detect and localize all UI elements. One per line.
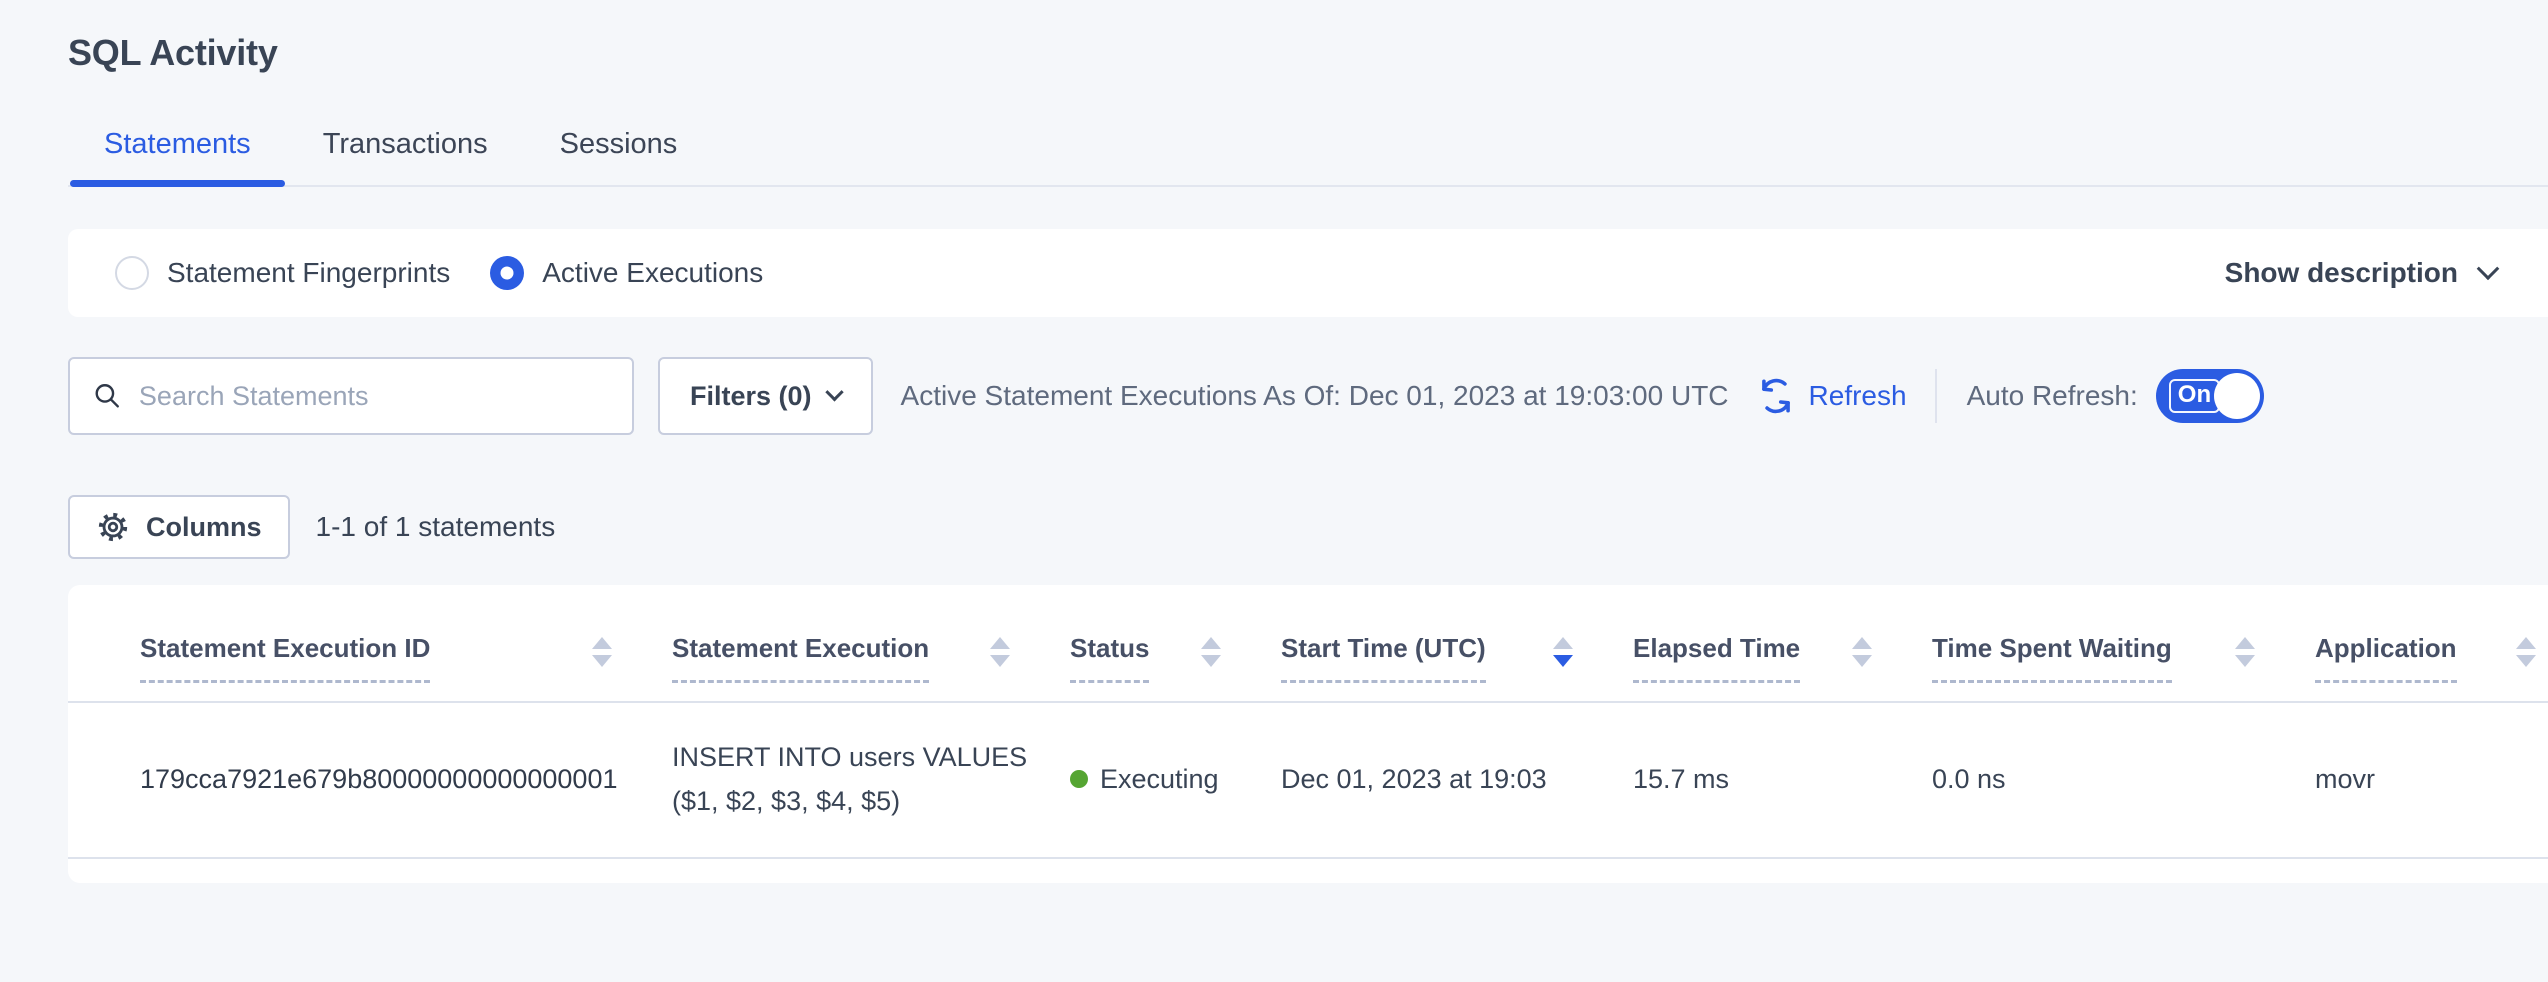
cell-execution-id[interactable]: 179cca7921e679b80000000000000001 xyxy=(68,702,672,858)
result-count: 1-1 of 1 statements xyxy=(316,511,556,543)
radio-selected-icon xyxy=(490,256,524,290)
tab-bar: Statements Transactions Sessions xyxy=(68,112,2548,187)
sort-carets-icon xyxy=(592,637,612,667)
refresh-icon xyxy=(1755,375,1797,417)
filters-button[interactable]: Filters (0) xyxy=(658,357,873,435)
radio-active-executions[interactable]: Active Executions xyxy=(490,256,763,290)
radio-label: Active Executions xyxy=(542,257,763,289)
auto-refresh-label: Auto Refresh: xyxy=(1967,380,2138,412)
tab-statements[interactable]: Statements xyxy=(68,112,287,185)
sql-activity-page: SQL Activity Statements Transactions Ses… xyxy=(68,0,2548,883)
chevron-down-icon xyxy=(825,383,843,401)
show-description-label: Show description xyxy=(2225,257,2458,289)
columns-button[interactable]: Columns xyxy=(68,495,290,559)
sort-carets-icon xyxy=(2235,637,2255,667)
column-header-application[interactable]: Application xyxy=(2315,585,2548,702)
table-header-row: Statement Execution ID Statement Executi… xyxy=(68,585,2548,702)
page-title: SQL Activity xyxy=(68,0,2548,74)
column-header-statement-execution-id[interactable]: Statement Execution ID xyxy=(68,585,672,702)
column-header-statement-execution[interactable]: Statement Execution xyxy=(672,585,1070,702)
auto-refresh-toggle[interactable]: On xyxy=(2156,369,2264,423)
search-input[interactable] xyxy=(139,381,610,412)
statements-table: Statement Execution ID Statement Executi… xyxy=(68,585,2548,859)
column-header-status[interactable]: Status xyxy=(1070,585,1281,702)
vertical-divider xyxy=(1935,369,1937,423)
filters-label: Filters (0) xyxy=(690,381,812,412)
cell-time-spent-waiting: 0.0 ns xyxy=(1932,702,2315,858)
sort-carets-icon xyxy=(990,637,1010,667)
statements-table-panel: Statement Execution ID Statement Executi… xyxy=(68,585,2548,883)
sort-carets-icon xyxy=(2516,637,2536,667)
cell-start-time: Dec 01, 2023 at 19:03 xyxy=(1281,702,1633,858)
table-row: 179cca7921e679b80000000000000001 INSERT … xyxy=(68,702,2548,858)
as-of-timestamp: Active Statement Executions As Of: Dec 0… xyxy=(901,380,1729,412)
toggle-state-label: On xyxy=(2169,379,2220,412)
radio-label: Statement Fingerprints xyxy=(167,257,450,289)
cell-statement-execution: INSERT INTO users VALUES ($1, $2, $3, $4… xyxy=(672,702,1070,858)
toolbar: Filters (0) Active Statement Executions … xyxy=(68,357,2548,435)
chevron-down-icon xyxy=(2477,257,2500,280)
column-header-start-time[interactable]: Start Time (UTC) xyxy=(1281,585,1633,702)
sort-carets-icon xyxy=(1553,637,1573,667)
cell-elapsed-time: 15.7 ms xyxy=(1633,702,1932,858)
status-label: Executing xyxy=(1100,764,1219,795)
refresh-button[interactable]: Refresh xyxy=(1755,375,1907,417)
columns-label: Columns xyxy=(146,512,262,543)
column-header-time-spent-waiting[interactable]: Time Spent Waiting xyxy=(1932,585,2315,702)
tab-sessions[interactable]: Sessions xyxy=(524,112,714,185)
column-header-elapsed-time[interactable]: Elapsed Time xyxy=(1633,585,1932,702)
table-controls: Columns 1-1 of 1 statements xyxy=(68,495,2548,559)
sort-carets-icon xyxy=(1201,637,1221,667)
gear-icon xyxy=(96,510,130,544)
radio-statement-fingerprints[interactable]: Statement Fingerprints xyxy=(115,256,450,290)
cell-status: Executing xyxy=(1070,702,1281,858)
sort-carets-icon xyxy=(1852,637,1872,667)
refresh-label: Refresh xyxy=(1809,380,1907,412)
view-mode-panel: Statement Fingerprints Active Executions… xyxy=(68,229,2548,317)
status-dot-icon xyxy=(1070,770,1088,788)
cell-application: movr xyxy=(2315,702,2548,858)
show-description-toggle[interactable]: Show description xyxy=(2225,257,2496,289)
search-icon xyxy=(92,379,123,413)
tab-transactions[interactable]: Transactions xyxy=(287,112,524,185)
radio-unselected-icon xyxy=(115,256,149,290)
search-box[interactable] xyxy=(68,357,634,435)
toggle-knob xyxy=(2214,373,2260,419)
